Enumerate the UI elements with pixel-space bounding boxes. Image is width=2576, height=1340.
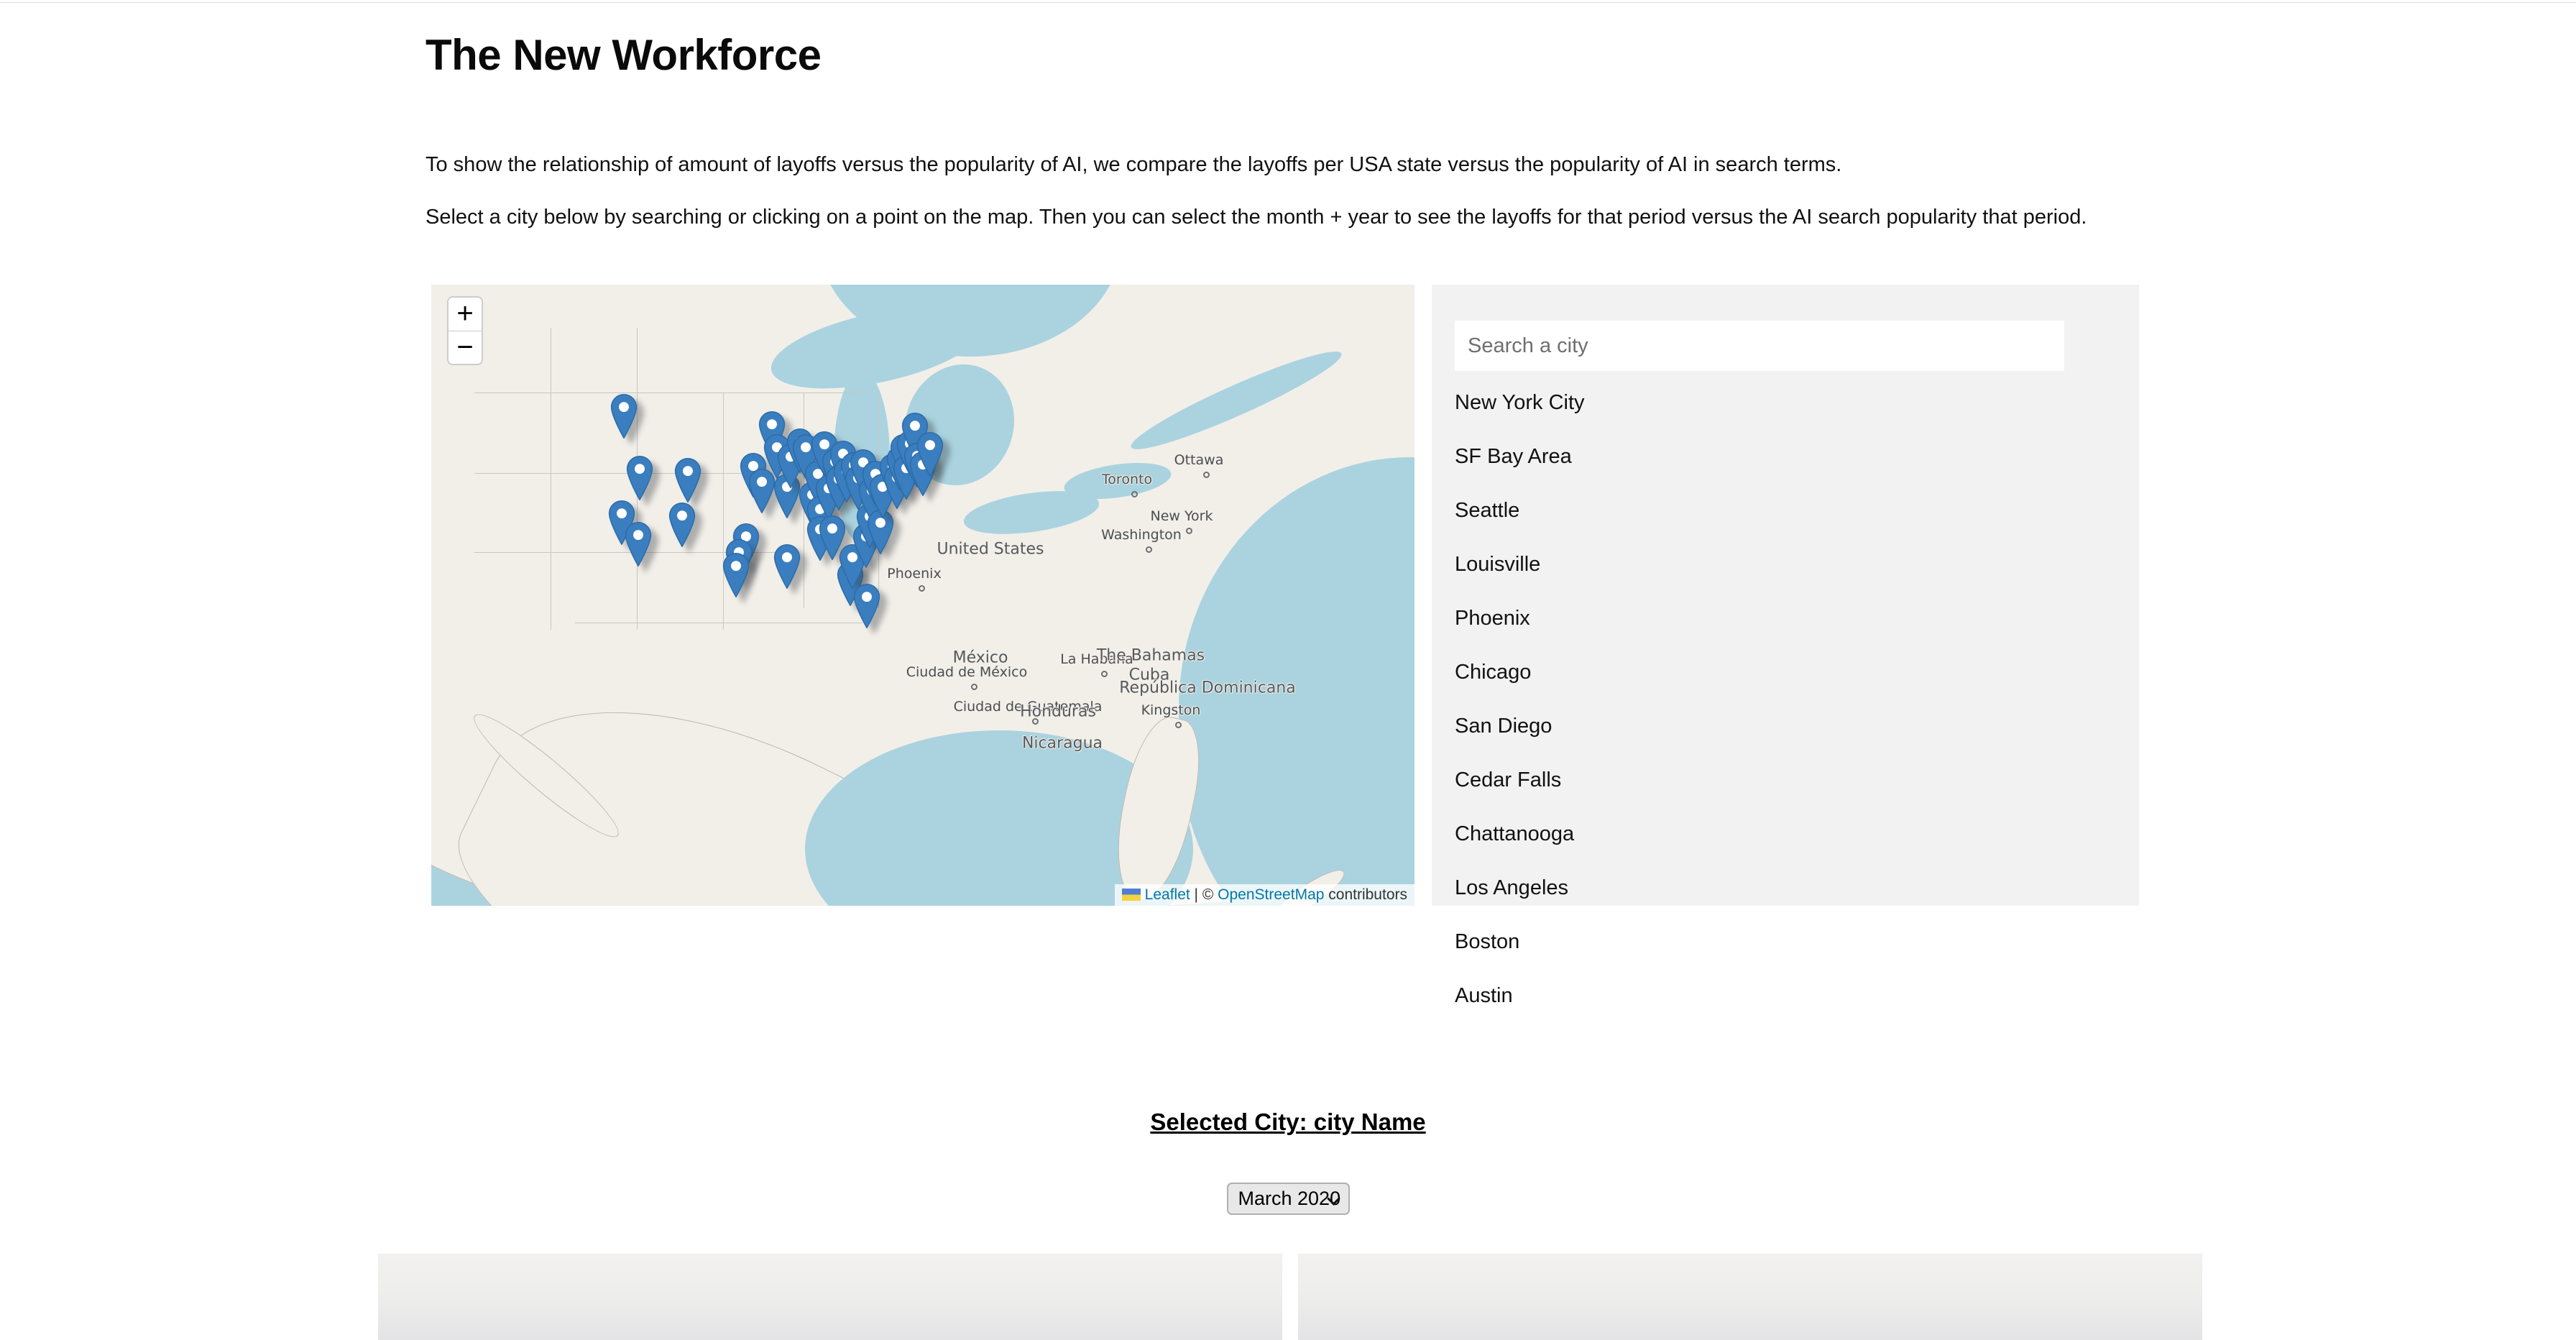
ukraine-flag-icon bbox=[1122, 889, 1141, 901]
map-label: Washington bbox=[1101, 527, 1182, 543]
map-label: New York bbox=[1150, 508, 1213, 524]
leaflet-map[interactable]: Ottawa Toronto New York Washington United St… bbox=[431, 285, 1414, 906]
map-city-dot-icon bbox=[1186, 528, 1192, 534]
city-list-item[interactable]: SF Bay Area bbox=[1455, 446, 1572, 467]
map-city-dot-icon bbox=[1203, 472, 1210, 478]
map-label: Phoenix bbox=[887, 566, 941, 582]
map-city-dot-icon bbox=[1146, 546, 1152, 553]
map-city-dot-icon bbox=[1131, 491, 1138, 497]
attribution-separator: | bbox=[1190, 886, 1202, 903]
city-list-item[interactable]: Austin bbox=[1455, 986, 1513, 1006]
map-zoom-control[interactable]: + − bbox=[447, 296, 483, 365]
selected-city-label: Selected City: city Name bbox=[1150, 1109, 1425, 1135]
attribution-contributors: contributors bbox=[1328, 886, 1407, 903]
map-label: United States bbox=[937, 541, 1044, 559]
search-input[interactable] bbox=[1455, 321, 2064, 371]
period-select-shell: March 2020 bbox=[1227, 1183, 1350, 1215]
city-list: New York City SF Bay Area Seattle Louisvill… bbox=[1455, 393, 2102, 1040]
intro-paragraph-2: Select a city below by searching or clic… bbox=[426, 202, 2150, 233]
map-label: The Bahamas bbox=[1097, 647, 1205, 665]
intro-paragraph-1: To show the relationship of amount of la… bbox=[426, 150, 2079, 180]
map-label: Nicaragua bbox=[1022, 735, 1103, 753]
map-canvas[interactable]: Ottawa Toronto New York Washington United St… bbox=[431, 285, 1414, 906]
openstreetmap-link[interactable]: OpenStreetMap bbox=[1218, 886, 1324, 903]
copyright-symbol: © bbox=[1202, 886, 1213, 903]
city-list-item[interactable]: Chicago bbox=[1455, 662, 1531, 683]
map-marker-pin-icon[interactable] bbox=[853, 584, 880, 628]
city-list-item[interactable]: Boston bbox=[1455, 932, 1519, 953]
city-list-item[interactable]: Louisville bbox=[1455, 554, 1540, 575]
city-list-item[interactable]: Los Angeles bbox=[1455, 878, 1568, 899]
map-city-dot-icon bbox=[1175, 722, 1182, 728]
map-city-dot-icon bbox=[1101, 671, 1108, 677]
page-title: The New Workforce bbox=[426, 30, 822, 80]
map-marker-pin-icon[interactable] bbox=[610, 394, 638, 439]
map-marker-pin-icon[interactable] bbox=[722, 553, 750, 597]
map-marker-pin-icon[interactable] bbox=[773, 544, 801, 589]
zoom-in-button[interactable]: + bbox=[448, 298, 482, 331]
period-select[interactable]: March 2020 bbox=[1227, 1183, 1350, 1215]
map-label: República Dominicana bbox=[1119, 679, 1296, 697]
map-label: Ottawa bbox=[1174, 452, 1224, 468]
map-marker-pin-icon[interactable] bbox=[668, 502, 696, 547]
map-label: Ciudad de México bbox=[906, 664, 1028, 680]
map-attribution: Leaflet | © OpenStreetMap contributors bbox=[1115, 884, 1414, 906]
city-list-item[interactable]: Cedar Falls bbox=[1455, 770, 1561, 791]
leaflet-link[interactable]: Leaflet bbox=[1145, 886, 1190, 903]
map-label: Toronto bbox=[1102, 472, 1152, 487]
zoom-out-button[interactable]: − bbox=[448, 331, 482, 364]
layoffs-chart-panel bbox=[378, 1254, 1282, 1340]
city-selection-panel: New York City SF Bay Area Seattle Louisvill… bbox=[1432, 285, 2139, 906]
page-root: The New Workforce To show the relationsh… bbox=[0, 0, 2576, 1291]
selected-city-heading: Selected City: city Name bbox=[0, 1109, 2576, 1136]
map-label: Kingston bbox=[1141, 702, 1201, 718]
period-select-container: March 2020 bbox=[0, 1183, 2576, 1215]
ai-popularity-chart-panel bbox=[1298, 1254, 2202, 1340]
map-city-dot-icon bbox=[971, 684, 978, 690]
city-list-item[interactable]: Phoenix bbox=[1455, 608, 1530, 629]
map-marker-pin-icon[interactable] bbox=[674, 458, 702, 502]
map-city-dot-icon bbox=[919, 585, 925, 592]
map-marker-pin-icon[interactable] bbox=[626, 456, 653, 500]
city-list-item[interactable]: Seattle bbox=[1455, 500, 1519, 521]
map-label: Honduras bbox=[1020, 703, 1096, 721]
city-list-item[interactable]: Chattanooga bbox=[1455, 824, 1574, 845]
city-list-item[interactable]: New York City bbox=[1455, 393, 1585, 413]
map-marker-pin-icon[interactable] bbox=[916, 432, 944, 477]
map-marker-pin-icon[interactable] bbox=[625, 522, 652, 566]
city-list-item[interactable]: San Diego bbox=[1455, 716, 1552, 737]
